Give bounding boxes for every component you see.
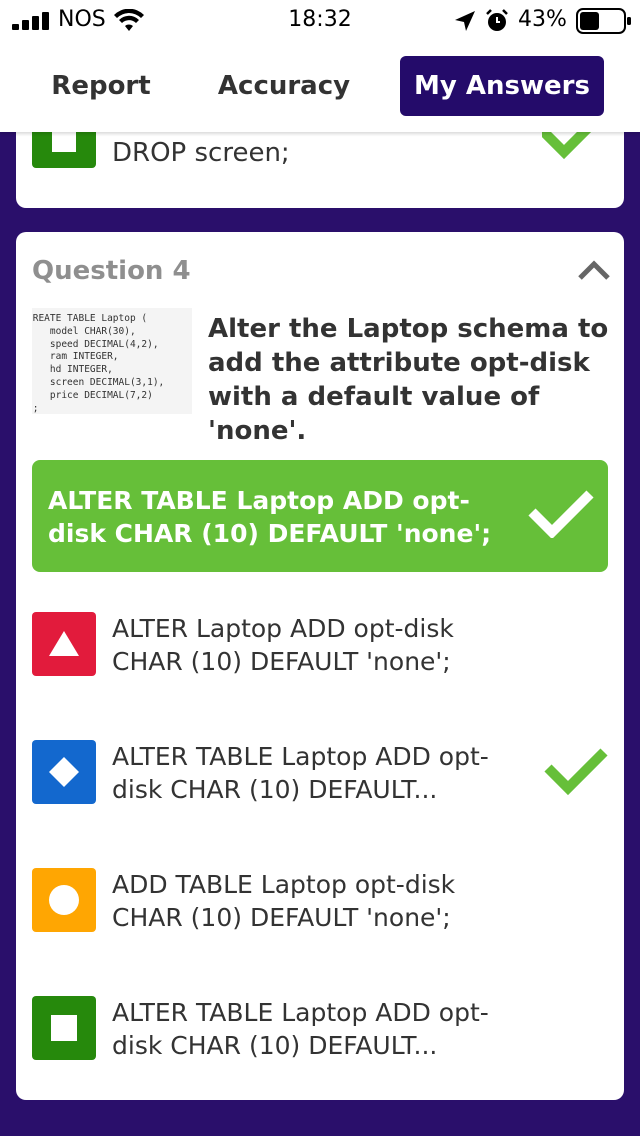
battery-icon [576, 8, 631, 34]
square-icon [51, 1015, 77, 1041]
tab-my-answers[interactable]: My Answers [400, 56, 604, 116]
question-title: Question 4 [32, 256, 191, 286]
battery-percentage: 43% [518, 7, 567, 32]
triangle-icon [49, 631, 79, 656]
answer-option-text: ALTER TABLE Laptop ADD opt-disk CHAR (10… [112, 742, 489, 804]
checkmark-icon [528, 490, 594, 538]
location-arrow-icon [455, 11, 475, 31]
previous-answer-text: DROP screen; [112, 138, 290, 168]
tab-report[interactable]: Report [36, 56, 166, 116]
circle-icon [49, 885, 79, 915]
status-bar: NOS 18:32 43% [0, 0, 640, 42]
answer-option-text: ALTER TABLE Laptop ADD opt-disk CHAR (10… [112, 998, 489, 1060]
correct-answer-text: ALTER TABLE Laptop ADD opt-disk CHAR (10… [48, 486, 492, 548]
answer-option-diamond: ALTER TABLE Laptop ADD opt-disk CHAR (10… [32, 740, 608, 806]
chevron-up-icon[interactable] [578, 260, 610, 282]
answer-option-square: ALTER TABLE Laptop ADD opt-disk CHAR (10… [32, 996, 608, 1062]
question-image-code: CREATE TABLE Laptop ( model CHAR(30), sp… [32, 313, 165, 414]
checkmark-icon [542, 128, 596, 160]
answer-option-triangle: ALTER Laptop ADD opt-disk CHAR (10) DEFA… [32, 612, 608, 678]
diamond-icon [49, 757, 79, 787]
tab-accuracy[interactable]: Accuracy [200, 56, 368, 116]
question-card: Question 4 CREATE TABLE Laptop ( model C… [16, 232, 624, 1100]
correct-answer-banner: ALTER TABLE Laptop ADD opt-disk CHAR (10… [32, 460, 608, 572]
answer-option-text: ALTER Laptop ADD opt-disk CHAR (10) DEFA… [112, 614, 454, 676]
alarm-clock-icon [486, 9, 508, 31]
question-image: CREATE TABLE Laptop ( model CHAR(30), sp… [32, 308, 192, 414]
checkmark-icon [544, 748, 608, 796]
square-icon [32, 132, 96, 168]
answer-option-circle: ADD TABLE Laptop opt-disk CHAR (10) DEFA… [32, 868, 608, 934]
answer-option-text: ADD TABLE Laptop opt-disk CHAR (10) DEFA… [112, 870, 456, 932]
tab-bar: Report Accuracy My Answers [0, 42, 640, 132]
question-text: Alter the Laptop schema to add the attri… [208, 314, 609, 446]
